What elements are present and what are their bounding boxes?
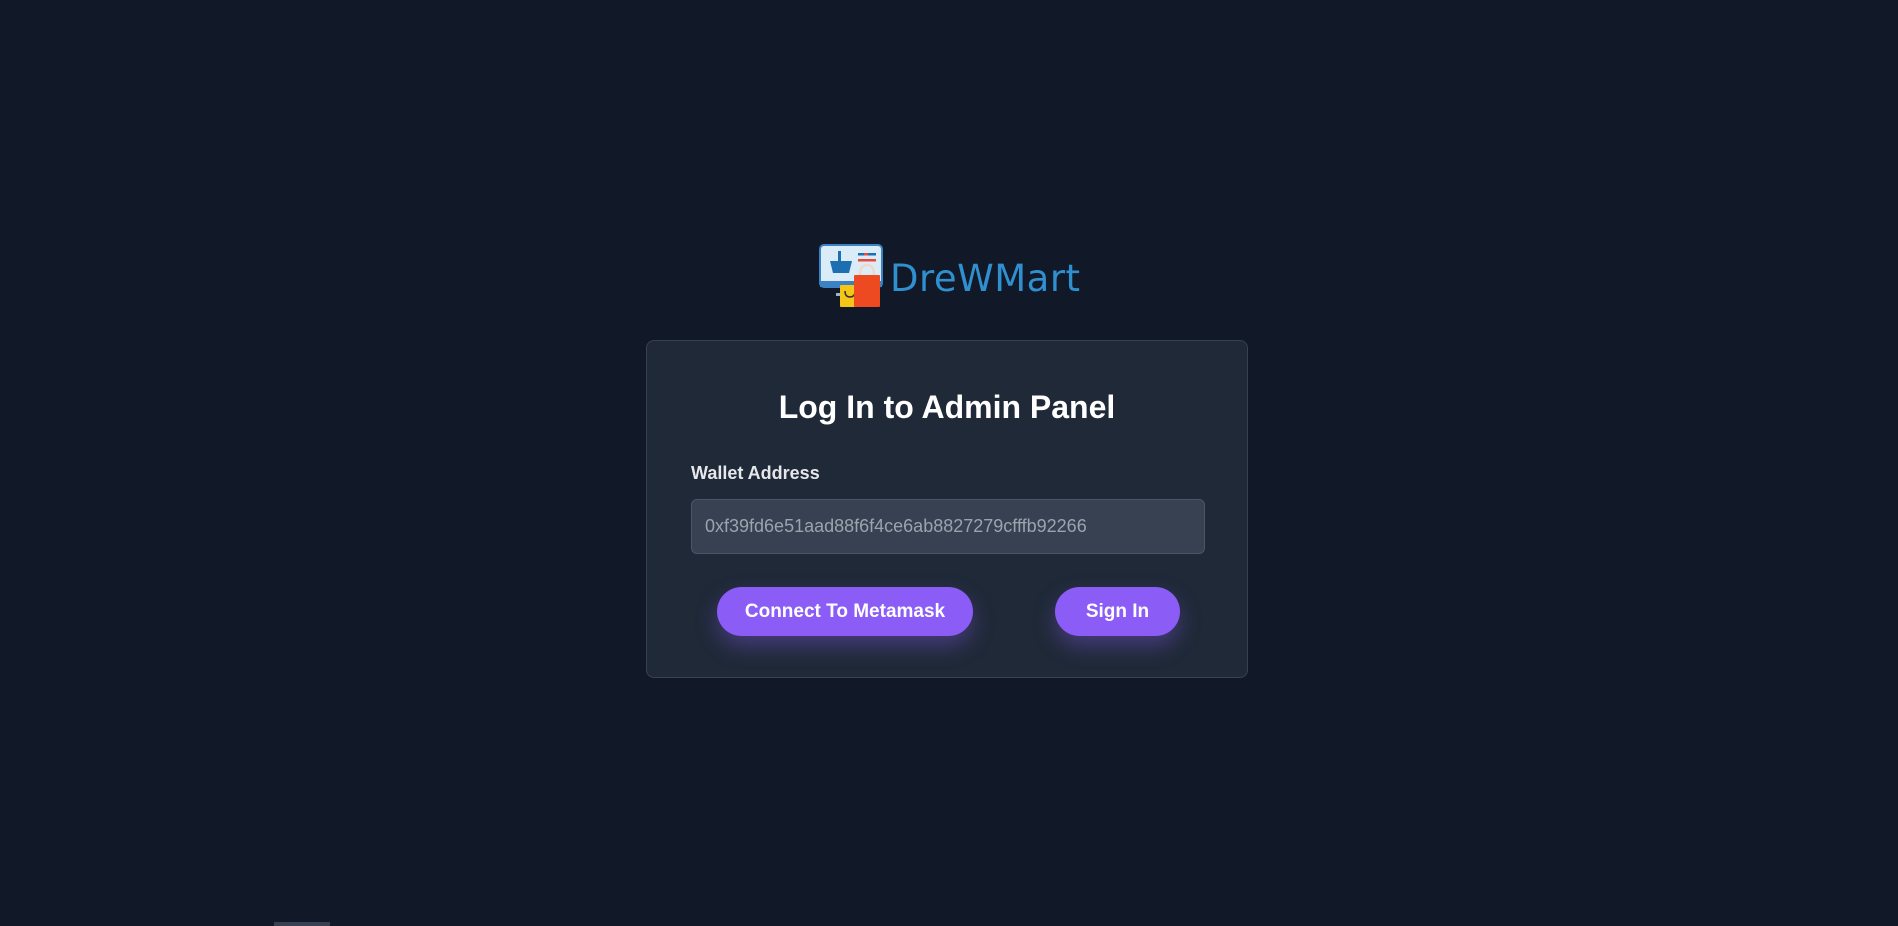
wallet-address-input[interactable] bbox=[691, 499, 1205, 554]
wallet-address-label: Wallet Address bbox=[691, 463, 820, 483]
connect-metamask-button[interactable]: Connect To Metamask bbox=[717, 587, 973, 636]
login-page: DreWMart Log In to Admin Panel Wallet Ad… bbox=[0, 0, 1898, 926]
login-card: Log In to Admin Panel Wallet Address Con… bbox=[646, 340, 1248, 678]
sign-in-button[interactable]: Sign In bbox=[1055, 587, 1180, 636]
brand-name: DreWMart bbox=[890, 256, 1081, 300]
brand-header: DreWMart bbox=[818, 240, 1081, 310]
horizontal-scrollbar[interactable] bbox=[274, 922, 330, 926]
page-title: Log In to Admin Panel bbox=[778, 389, 1116, 425]
shopping-monitor-bags-icon bbox=[819, 244, 883, 307]
